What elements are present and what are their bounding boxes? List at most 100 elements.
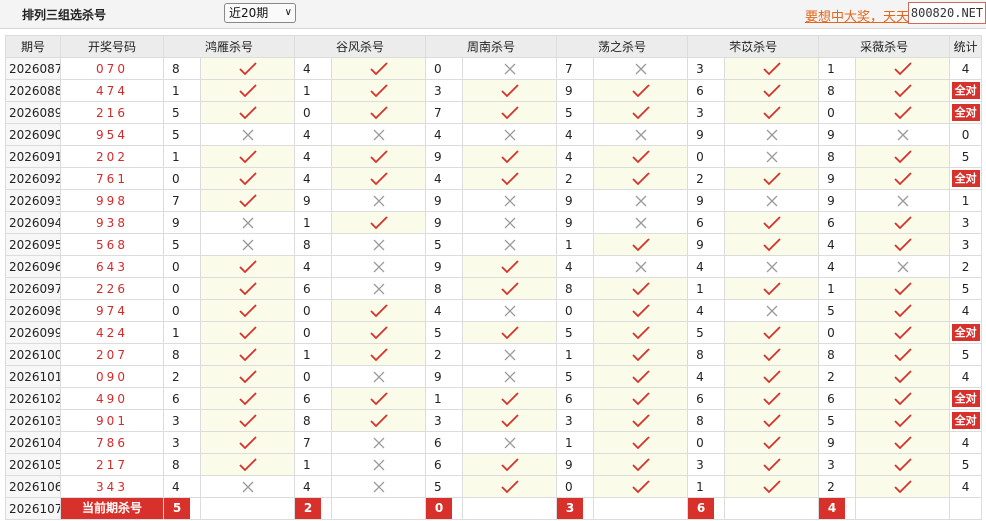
check-icon bbox=[855, 409, 951, 432]
stat-cell: 全对 bbox=[949, 101, 983, 124]
table-row: 2026096 643 0 4 9 4 4 4 2 bbox=[5, 255, 983, 278]
draw-number-cell: 568 bbox=[60, 233, 164, 256]
stat-cell: 0 bbox=[949, 123, 983, 146]
col-expert-5[interactable]: 芣苡杀号 bbox=[687, 35, 820, 58]
issue-cell: 2026096 bbox=[5, 255, 61, 278]
kill-number-cell: 8 bbox=[163, 57, 201, 80]
promo-marquee-link[interactable]: 要想中大奖，天天 bbox=[805, 6, 909, 25]
kill-number-cell: 3 bbox=[818, 453, 857, 476]
period-select[interactable]: 近20期 ∨ bbox=[224, 3, 296, 23]
cross-icon bbox=[331, 189, 427, 212]
kill-number-cell: 4 bbox=[687, 299, 726, 322]
check-icon bbox=[331, 57, 427, 80]
kill-number-cell: 3 bbox=[425, 409, 464, 432]
kill-number-cell: 0 bbox=[294, 321, 333, 344]
kill-number-cell: 0 bbox=[818, 101, 857, 124]
cross-icon bbox=[331, 255, 427, 278]
check-icon bbox=[199, 255, 296, 278]
check-icon bbox=[724, 57, 820, 80]
issue-cell: 2026097 bbox=[5, 277, 61, 300]
kill-number-cell: 6 bbox=[687, 387, 726, 410]
kill-number-cell: 0 bbox=[294, 299, 333, 322]
kill-number-cell: 8 bbox=[687, 343, 726, 366]
kill-number-cell: 1 bbox=[556, 431, 595, 454]
check-icon bbox=[331, 167, 427, 190]
kill-number-cell: 7 bbox=[294, 431, 333, 454]
check-icon bbox=[724, 409, 820, 432]
stat-cell: 5 bbox=[949, 453, 983, 476]
check-icon bbox=[462, 79, 558, 102]
col-expert-2[interactable]: 谷风杀号 bbox=[294, 35, 427, 58]
check-icon bbox=[593, 277, 689, 300]
kill-number-cell: 4 bbox=[556, 255, 595, 278]
check-icon bbox=[855, 145, 951, 168]
check-icon bbox=[593, 409, 689, 432]
cross-icon bbox=[593, 123, 689, 146]
kill-number-cell: 2 bbox=[818, 365, 857, 388]
kill-number-cell: 3 bbox=[556, 409, 595, 432]
col-expert-4[interactable]: 荡之杀号 bbox=[556, 35, 689, 58]
check-icon bbox=[855, 101, 951, 124]
col-expert-3[interactable]: 周南杀号 bbox=[425, 35, 558, 58]
check-icon bbox=[331, 299, 427, 322]
kill-number-cell: 9 bbox=[556, 79, 595, 102]
kill-number-cell: 6 bbox=[425, 431, 464, 454]
kill-number-cell: 4 bbox=[294, 145, 333, 168]
current-kill-value: 0 bbox=[426, 498, 453, 519]
top-bar: 排列三组选杀号 近20期 ∨ 要想中大奖，天天 800820.NET bbox=[0, 0, 986, 29]
cross-icon bbox=[462, 365, 558, 388]
kill-number-cell: 4 bbox=[425, 299, 464, 322]
cross-icon bbox=[462, 343, 558, 366]
check-icon bbox=[724, 167, 820, 190]
col-expert-6[interactable]: 采薇杀号 bbox=[818, 35, 951, 58]
check-icon bbox=[462, 255, 558, 278]
kill-number-cell: 2 bbox=[818, 475, 857, 498]
check-icon bbox=[462, 145, 558, 168]
kill-number-cell: 6 bbox=[818, 211, 857, 234]
kill-number-cell: 3 bbox=[163, 409, 201, 432]
kill-number-cell: 1 bbox=[818, 277, 857, 300]
col-expert-1[interactable]: 鸿雁杀号 bbox=[162, 35, 296, 58]
site-badge[interactable]: 800820.NET bbox=[908, 2, 986, 24]
kill-number-cell: 4 bbox=[687, 365, 726, 388]
kill-number-cell: 1 bbox=[818, 57, 857, 80]
table-row: 2026093 998 7 9 9 9 9 9 1 bbox=[5, 189, 983, 212]
check-icon bbox=[462, 387, 558, 410]
kill-number-cell: 1 bbox=[294, 343, 333, 366]
current-kill-cell: 3 bbox=[556, 497, 595, 520]
col-issue: 期号 bbox=[5, 35, 61, 58]
issue-cell: 2026094 bbox=[5, 211, 61, 234]
issue-cell: 2026089 bbox=[5, 101, 61, 124]
issue-cell: 2026102 bbox=[5, 387, 61, 410]
issue-cell: 2026090 bbox=[5, 123, 61, 146]
issue-cell: 2026092 bbox=[5, 167, 61, 190]
check-icon bbox=[724, 475, 820, 498]
check-icon bbox=[593, 343, 689, 366]
stat-cell: 4 bbox=[949, 365, 983, 388]
stat-cell: 4 bbox=[949, 475, 983, 498]
table-row: 2026095 568 5 8 5 1 9 4 3 bbox=[5, 233, 983, 256]
all-correct-badge: 全对 bbox=[951, 324, 980, 341]
kill-number-cell: 7 bbox=[425, 101, 464, 124]
cross-icon bbox=[462, 233, 558, 256]
kill-number-cell: 9 bbox=[556, 211, 595, 234]
table-row: 2026094 938 9 1 9 9 6 6 3 bbox=[5, 211, 983, 234]
issue-cell: 2026088 bbox=[5, 79, 61, 102]
check-icon bbox=[855, 453, 951, 476]
check-icon bbox=[199, 409, 296, 432]
check-icon bbox=[855, 211, 951, 234]
table-row: 2026105 217 8 1 6 9 3 3 5 bbox=[5, 453, 983, 476]
kill-number-cell: 9 bbox=[556, 453, 595, 476]
kill-number-cell: 5 bbox=[425, 321, 464, 344]
current-kill-value: 3 bbox=[557, 498, 584, 519]
check-icon bbox=[331, 79, 427, 102]
all-correct-badge: 全对 bbox=[951, 82, 980, 99]
check-icon bbox=[331, 145, 427, 168]
kill-number-cell: 4 bbox=[163, 475, 201, 498]
draw-number-cell: 901 bbox=[60, 409, 164, 432]
draw-number-cell: 216 bbox=[60, 101, 164, 124]
kill-number-cell: 2 bbox=[687, 167, 726, 190]
stat-cell: 3 bbox=[949, 211, 983, 234]
check-icon bbox=[593, 299, 689, 322]
cross-icon bbox=[593, 189, 689, 212]
